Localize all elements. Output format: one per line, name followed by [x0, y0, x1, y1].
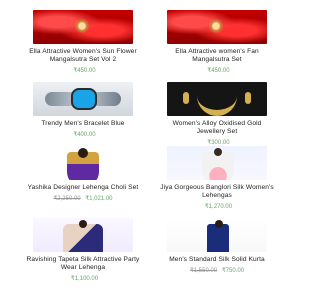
price-old: ₹1,550.00: [189, 268, 218, 274]
price-new: ₹1,100.00: [70, 276, 99, 282]
product-image[interactable]: [167, 218, 267, 252]
product-grid: Ella Attractive Women's Sun Flower Manga…: [0, 0, 300, 300]
product-card-bracelet[interactable]: Trendy Men's Bracelet Blue ₹400.00: [18, 82, 148, 139]
product-card-ravishing[interactable]: Ravishing Tapeta Silk Attractive Party W…: [18, 218, 148, 283]
product-card-gold-set[interactable]: Women's Alloy Oxidised Gold Jewellery Se…: [152, 82, 282, 147]
product-image[interactable]: [33, 218, 133, 252]
product-card-jiya[interactable]: Jiya Gorgeous Banglori Silk Women's Lehe…: [152, 146, 282, 211]
product-price: ₹400.00: [18, 131, 148, 139]
product-title[interactable]: Trendy Men's Bracelet Blue: [18, 120, 148, 128]
price-new: ₹750.00: [221, 268, 245, 274]
product-title[interactable]: Jiya Gorgeous Banglori Silk Women's Lehe…: [152, 184, 282, 200]
product-image[interactable]: [33, 82, 133, 116]
product-title[interactable]: Ella Attractive women's Fan Mangalsutra …: [152, 48, 282, 64]
product-image[interactable]: [167, 10, 267, 44]
price-new: ₹1,270.00: [204, 204, 233, 210]
product-image[interactable]: [167, 82, 267, 116]
product-title[interactable]: Yashika Designer Lehenga Choli Set: [18, 184, 148, 192]
product-card-yashika[interactable]: Yashika Designer Lehenga Choli Set ₹2,25…: [18, 146, 148, 203]
product-price: ₹1,270.00: [152, 203, 282, 211]
product-card-ella-fan[interactable]: Ella Attractive women's Fan Mangalsutra …: [152, 10, 282, 75]
product-image[interactable]: [33, 146, 133, 180]
product-title[interactable]: Women's Alloy Oxidised Gold Jewellery Se…: [152, 120, 282, 136]
product-title[interactable]: Men's Standard Silk Solid Kurta: [152, 256, 282, 264]
product-title[interactable]: Ella Attractive Women's Sun Flower Manga…: [18, 48, 148, 64]
product-price: ₹1,100.00: [18, 275, 148, 283]
price-new: ₹1,021.00: [85, 196, 113, 202]
price-old: ₹2,250.00: [53, 196, 81, 202]
product-price: ₹1,550.00 ₹750.00: [152, 267, 282, 275]
product-price: ₹2,250.00 ₹1,021.00: [18, 195, 148, 203]
product-image[interactable]: [167, 146, 267, 180]
product-price: ₹450.00: [18, 67, 148, 75]
price-new: ₹400.00: [73, 132, 96, 138]
price-new: ₹450.00: [73, 68, 96, 74]
product-price: ₹450.00: [152, 67, 282, 75]
product-card-ella-sunflower[interactable]: Ella Attractive Women's Sun Flower Manga…: [18, 10, 148, 75]
price-new: ₹450.00: [207, 68, 230, 74]
product-title[interactable]: Ravishing Tapeta Silk Attractive Party W…: [18, 256, 148, 272]
product-card-kurta[interactable]: Men's Standard Silk Solid Kurta ₹1,550.0…: [152, 218, 282, 275]
product-image[interactable]: [33, 10, 133, 44]
